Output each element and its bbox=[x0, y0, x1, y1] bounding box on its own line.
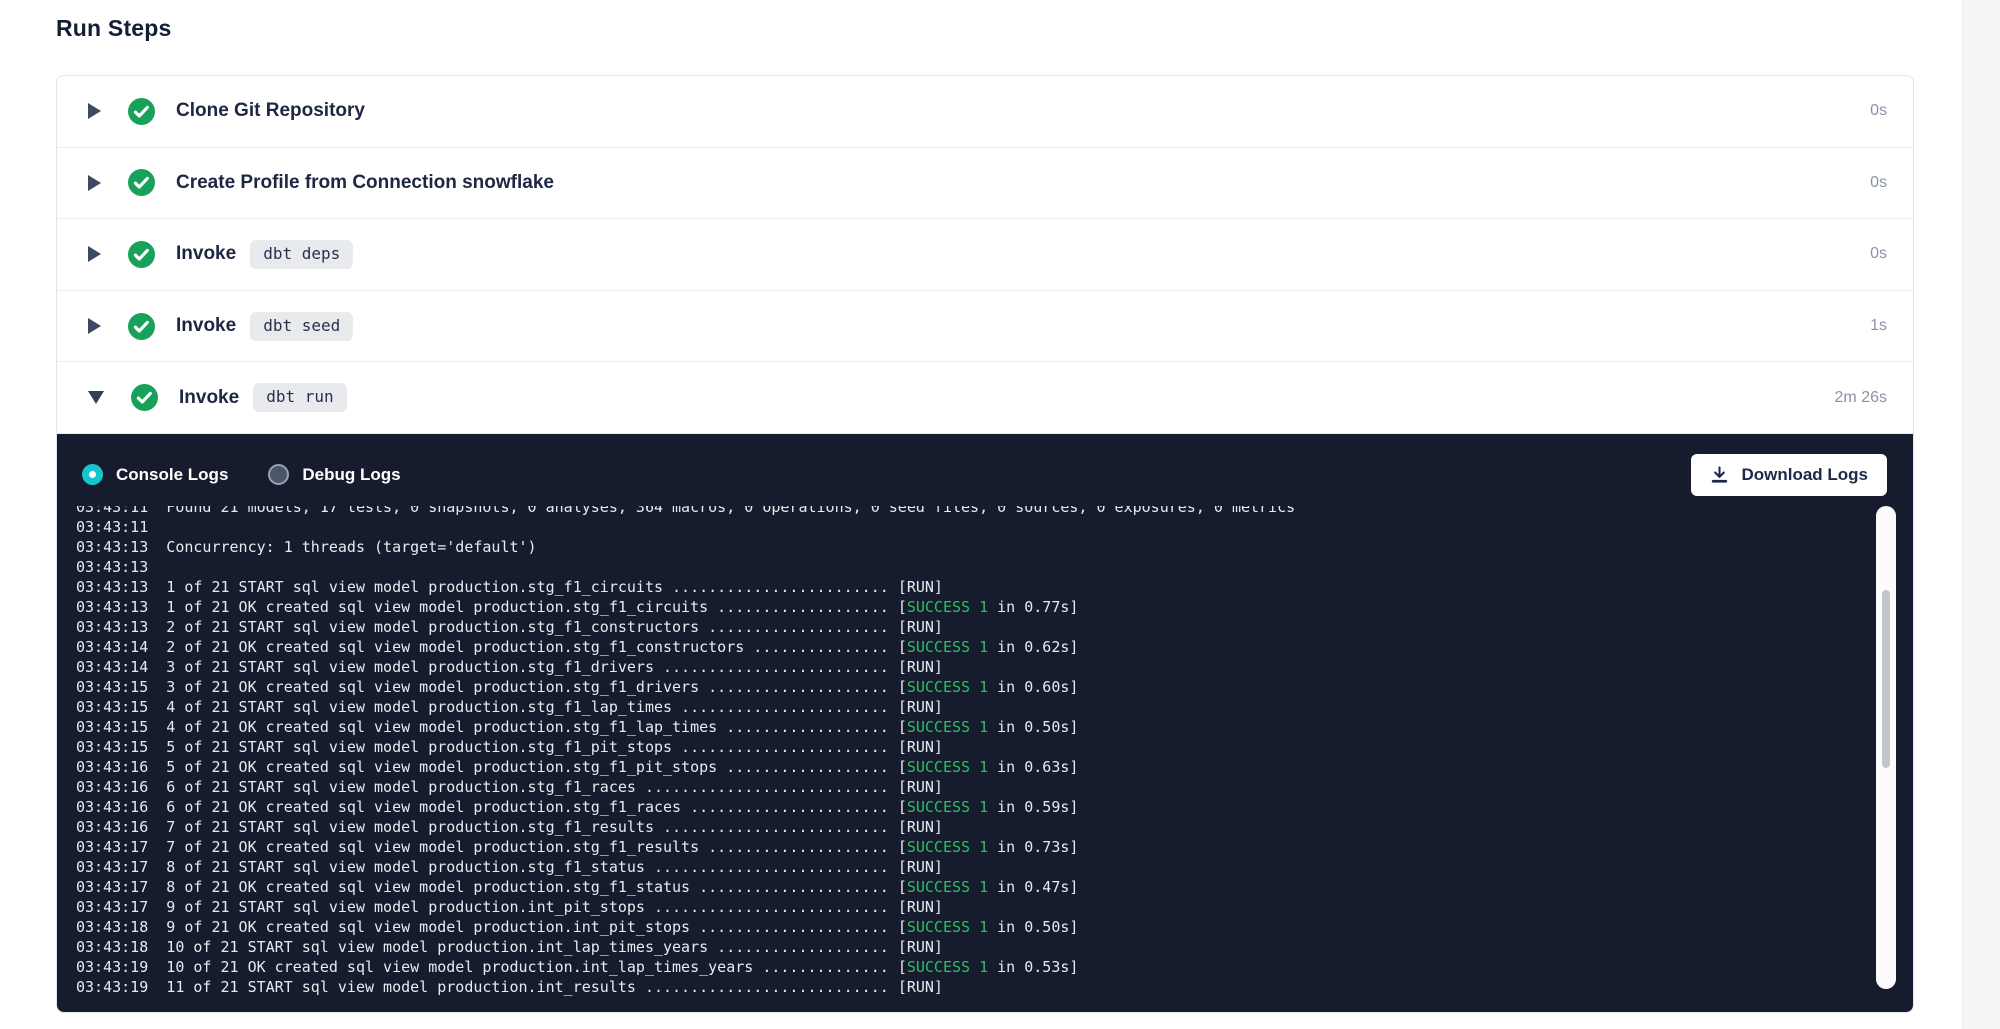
log-success-text: SUCCESS 1 bbox=[907, 718, 988, 736]
download-logs-button[interactable]: Download Logs bbox=[1691, 454, 1887, 496]
log-success-text: SUCCESS 1 bbox=[907, 958, 988, 976]
log-success-text: SUCCESS 1 bbox=[907, 598, 988, 616]
log-line: 03:43:11 Found 21 models, 17 tests, 0 sn… bbox=[76, 506, 1913, 517]
success-check-icon bbox=[128, 313, 155, 340]
console-log-output[interactable]: 03:43:11 Found 21 models, 17 tests, 0 sn… bbox=[57, 506, 1913, 1012]
log-line: 03:43:13 1 of 21 OK created sql view mod… bbox=[76, 597, 1913, 617]
log-line: 03:43:15 3 of 21 OK created sql view mod… bbox=[76, 677, 1913, 697]
console-panel: Console Logs Debug Logs Download Logs 03… bbox=[57, 434, 1913, 1012]
step-label: Invoke bbox=[179, 387, 239, 409]
log-line: 03:43:16 7 of 21 START sql view model pr… bbox=[76, 817, 1913, 837]
console-header: Console Logs Debug Logs Download Logs bbox=[57, 434, 1913, 506]
log-success-text: SUCCESS 1 bbox=[907, 878, 988, 896]
console-scrollbar-track[interactable] bbox=[1876, 506, 1896, 989]
chevron-right-icon[interactable] bbox=[88, 318, 101, 334]
log-success-text: SUCCESS 1 bbox=[907, 918, 988, 936]
log-type-radio[interactable]: Debug Logs bbox=[268, 464, 400, 485]
step-row[interactable]: Create Profile from Connection snowflake… bbox=[57, 148, 1913, 220]
log-line: 03:43:17 8 of 21 START sql view model pr… bbox=[76, 857, 1913, 877]
run-steps-list: Clone Git Repository 0s Create Profile f… bbox=[57, 76, 1913, 434]
log-line: 03:43:13 1 of 21 START sql view model pr… bbox=[76, 577, 1913, 597]
radio-label: Console Logs bbox=[116, 465, 228, 485]
log-success-text: SUCCESS 1 bbox=[907, 678, 988, 696]
step-command-badge: dbt run bbox=[253, 383, 346, 412]
step-row[interactable]: Invoke dbt run 2m 26s bbox=[57, 362, 1913, 434]
run-steps-card: Clone Git Repository 0s Create Profile f… bbox=[56, 75, 1914, 1013]
step-duration: 0s bbox=[1870, 102, 1887, 120]
download-logs-label: Download Logs bbox=[1741, 465, 1868, 485]
radio-selected-icon[interactable] bbox=[82, 464, 103, 485]
success-check-icon bbox=[131, 384, 158, 411]
success-check-icon bbox=[128, 169, 155, 196]
chevron-right-icon[interactable] bbox=[88, 103, 101, 119]
log-line: 03:43:17 8 of 21 OK created sql view mod… bbox=[76, 877, 1913, 897]
log-line: 03:43:13 bbox=[76, 557, 1913, 577]
log-line: 03:43:17 7 of 21 OK created sql view mod… bbox=[76, 837, 1913, 857]
step-row[interactable]: Invoke dbt deps 0s bbox=[57, 219, 1913, 291]
log-line: 03:43:16 6 of 21 OK created sql view mod… bbox=[76, 797, 1913, 817]
log-line: 03:43:14 3 of 21 START sql view model pr… bbox=[76, 657, 1913, 677]
log-line: 03:43:13 Concurrency: 1 threads (target=… bbox=[76, 537, 1913, 557]
log-success-text: SUCCESS 1 bbox=[907, 798, 988, 816]
step-command-badge: dbt seed bbox=[250, 312, 353, 341]
log-type-radio-group: Console Logs Debug Logs bbox=[82, 464, 401, 485]
success-check-icon bbox=[128, 241, 155, 268]
page-right-gutter bbox=[1962, 0, 2000, 1029]
log-line: 03:43:18 9 of 21 OK created sql view mod… bbox=[76, 917, 1913, 937]
page-title: Run Steps bbox=[56, 15, 172, 42]
step-label: Invoke bbox=[176, 315, 236, 337]
log-line: 03:43:15 5 of 21 START sql view model pr… bbox=[76, 737, 1913, 757]
download-icon bbox=[1710, 465, 1729, 484]
console-scrollbar-thumb[interactable] bbox=[1882, 590, 1890, 768]
radio-unselected-icon[interactable] bbox=[268, 464, 289, 485]
log-line: 03:43:19 11 of 21 START sql view model p… bbox=[76, 977, 1913, 997]
log-line: 03:43:17 9 of 21 START sql view model pr… bbox=[76, 897, 1913, 917]
log-line: 03:43:18 10 of 21 START sql view model p… bbox=[76, 937, 1913, 957]
step-duration: 2m 26s bbox=[1835, 389, 1887, 407]
log-success-text: SUCCESS 1 bbox=[907, 638, 988, 656]
step-duration: 0s bbox=[1870, 245, 1887, 263]
step-label: Invoke bbox=[176, 243, 236, 265]
success-check-icon bbox=[128, 98, 155, 125]
chevron-down-icon[interactable] bbox=[88, 391, 104, 404]
log-success-text: SUCCESS 1 bbox=[907, 758, 988, 776]
step-label: Create Profile from Connection snowflake bbox=[176, 172, 554, 194]
log-line: 03:43:16 6 of 21 START sql view model pr… bbox=[76, 777, 1913, 797]
chevron-right-icon[interactable] bbox=[88, 175, 101, 191]
step-duration: 0s bbox=[1870, 174, 1887, 192]
log-line: 03:43:14 2 of 21 OK created sql view mod… bbox=[76, 637, 1913, 657]
step-label: Clone Git Repository bbox=[176, 100, 365, 122]
log-line: 03:43:15 4 of 21 OK created sql view mod… bbox=[76, 717, 1913, 737]
step-row[interactable]: Clone Git Repository 0s bbox=[57, 76, 1913, 148]
log-line: 03:43:13 2 of 21 START sql view model pr… bbox=[76, 617, 1913, 637]
log-success-text: SUCCESS 1 bbox=[907, 838, 988, 856]
log-line: 03:43:19 10 of 21 OK created sql view mo… bbox=[76, 957, 1913, 977]
step-row[interactable]: Invoke dbt seed 1s bbox=[57, 291, 1913, 363]
log-line: 03:43:11 bbox=[76, 517, 1913, 537]
log-line: 03:43:16 5 of 21 OK created sql view mod… bbox=[76, 757, 1913, 777]
log-line: 03:43:15 4 of 21 START sql view model pr… bbox=[76, 697, 1913, 717]
log-type-radio[interactable]: Console Logs bbox=[82, 464, 228, 485]
step-command-badge: dbt deps bbox=[250, 240, 353, 269]
step-duration: 1s bbox=[1870, 317, 1887, 335]
chevron-right-icon[interactable] bbox=[88, 246, 101, 262]
radio-label: Debug Logs bbox=[302, 465, 400, 485]
